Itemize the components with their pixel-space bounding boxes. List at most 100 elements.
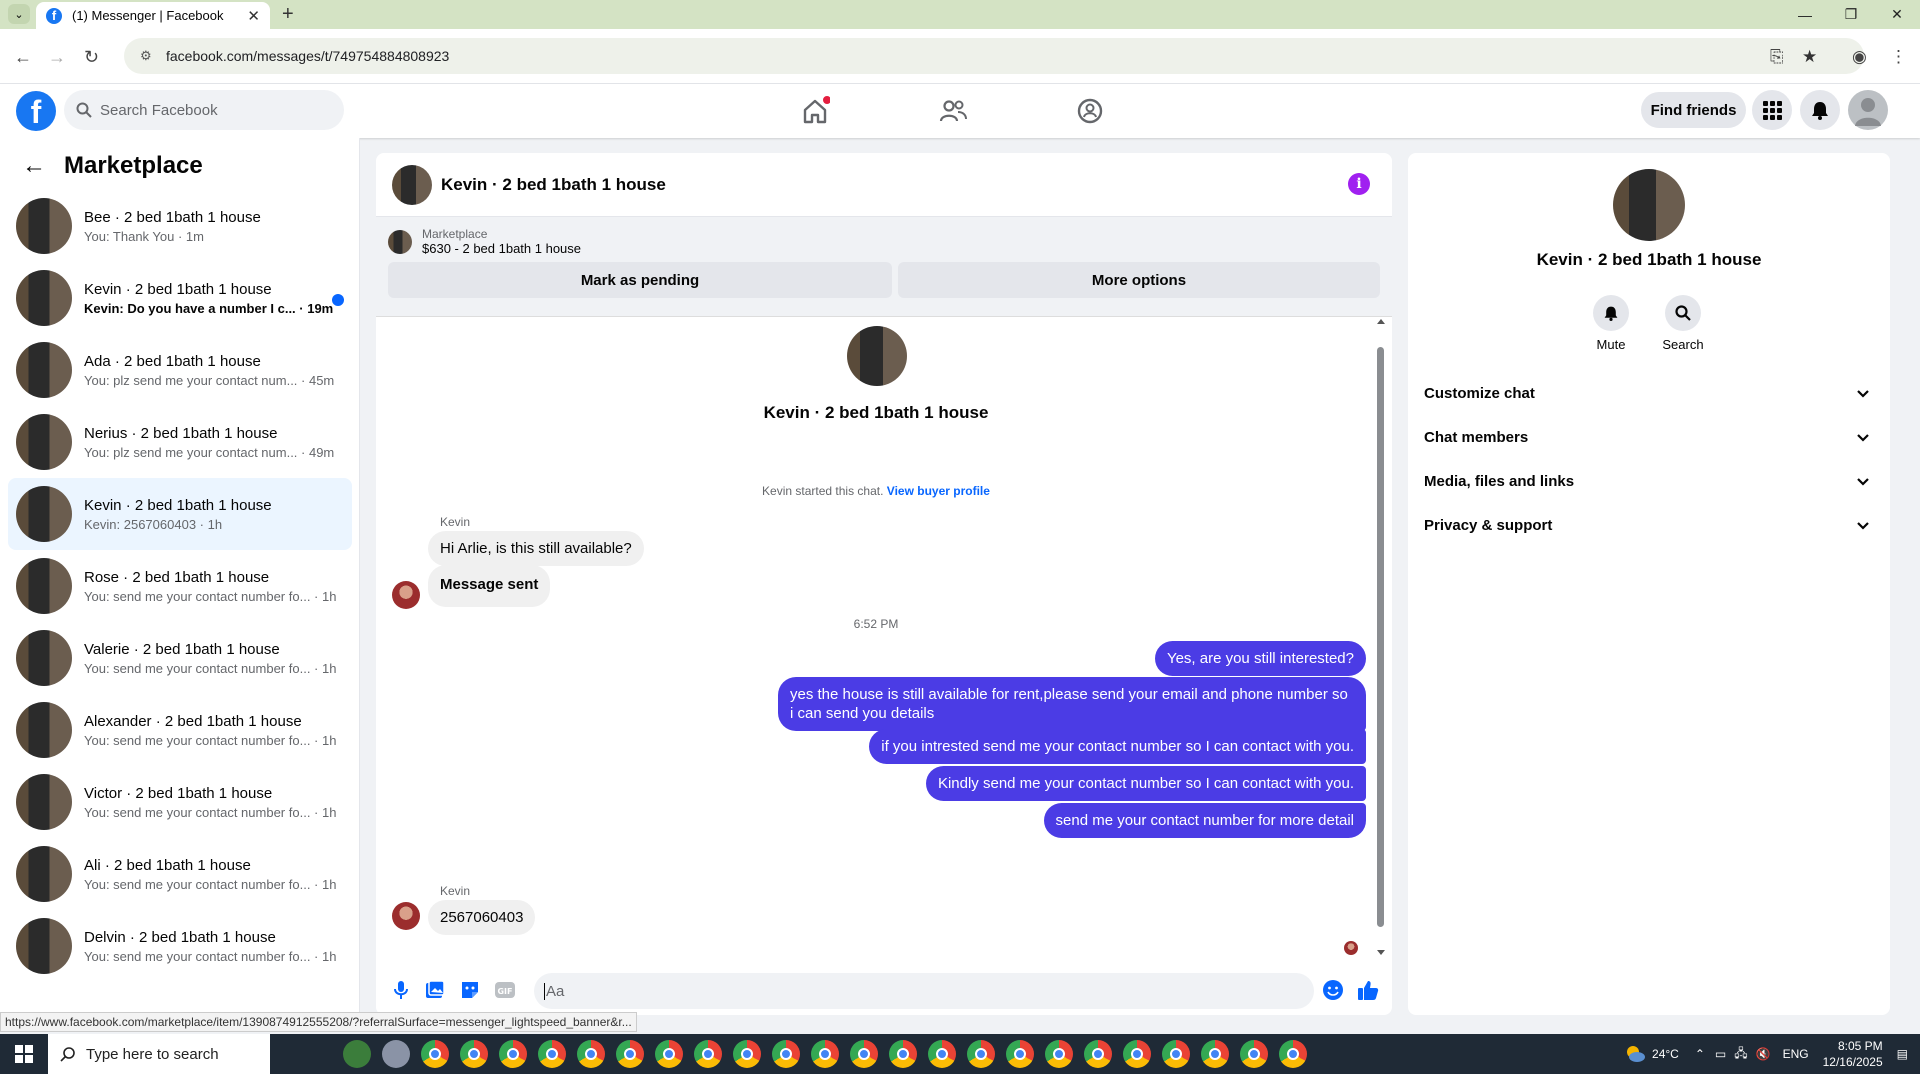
chrome-app-icon[interactable]	[1123, 1040, 1151, 1068]
like-thumbs-up-icon[interactable]	[1357, 979, 1379, 1001]
attach-photo-icon[interactable]	[424, 979, 446, 1001]
facebook-search-input[interactable]: Search Facebook	[64, 90, 344, 130]
tab-close-icon[interactable]: ✕	[247, 7, 260, 25]
profile-icon[interactable]: ◉	[1852, 47, 1867, 67]
conversation-item[interactable]: Kevin · 2 bed 1bath 1 house Kevin: Do you…	[8, 262, 352, 334]
intro-avatar[interactable]	[847, 326, 907, 386]
chrome-app-icon[interactable]	[694, 1040, 722, 1068]
conversation-item[interactable]: Bee · 2 bed 1bath 1 house You: Thank You …	[8, 190, 352, 262]
contact-avatar[interactable]	[392, 164, 432, 205]
address-bar[interactable]: ⚙ facebook.com/messages/t/74975488480892…	[124, 38, 1864, 74]
clock[interactable]: 8:05 PM 12/16/2025	[1823, 1038, 1883, 1070]
browser-menu-icon[interactable]: ⋮	[1890, 47, 1907, 67]
more-options-button[interactable]: More options	[898, 262, 1380, 298]
search-in-conversation-button[interactable]: Search	[1653, 295, 1713, 352]
chrome-app-icon[interactable]	[889, 1040, 917, 1068]
conversation-item[interactable]: Rose · 2 bed 1bath 1 house You: send me y…	[8, 550, 352, 622]
groups-icon[interactable]	[1075, 96, 1105, 126]
minimize-icon[interactable]: —	[1782, 0, 1828, 29]
chrome-app-icon[interactable]	[1006, 1040, 1034, 1068]
outgoing-message[interactable]: if you intrested send me your contact nu…	[869, 729, 1366, 764]
conversation-item[interactable]: Ada · 2 bed 1bath 1 house You: plz send m…	[8, 334, 352, 406]
chrome-app-icon[interactable]	[538, 1040, 566, 1068]
friends-icon[interactable]	[938, 96, 968, 126]
notifications-bell-icon[interactable]	[1800, 90, 1840, 130]
sender-avatar[interactable]	[392, 902, 420, 930]
incoming-message[interactable]: Message sent	[428, 565, 551, 607]
conversation-item[interactable]: Valerie · 2 bed 1bath 1 house You: send m…	[8, 622, 352, 694]
network-icon[interactable]: 🖧	[1734, 1044, 1747, 1065]
message-input[interactable]: Aa	[534, 973, 1314, 1009]
conversation-item[interactable]: Victor · 2 bed 1bath 1 house You: send me…	[8, 766, 352, 838]
view-buyer-profile-link[interactable]: View buyer profile	[887, 484, 990, 498]
chrome-app-icon[interactable]	[733, 1040, 761, 1068]
conversation-item[interactable]: Alexander · 2 bed 1bath 1 house You: send…	[8, 694, 352, 766]
gif-icon[interactable]: GIF	[494, 979, 516, 1001]
conversation-info-icon[interactable]: i	[1348, 173, 1370, 195]
customize-chat-section[interactable]: Customize chat	[1424, 385, 1870, 402]
listing-row[interactable]: Marketplace $630 - 2 bed 1bath 1 house	[376, 217, 1392, 256]
chrome-app-icon[interactable]	[1162, 1040, 1190, 1068]
chrome-app-icon[interactable]	[850, 1040, 878, 1068]
language-indicator[interactable]: ENG	[1783, 1047, 1809, 1061]
back-arrow-icon[interactable]: ←	[22, 152, 46, 180]
conversation-item[interactable]: Nerius · 2 bed 1bath 1 house You: plz sen…	[8, 406, 352, 478]
chrome-app-icon[interactable]	[772, 1040, 800, 1068]
chrome-app-icon[interactable]	[499, 1040, 527, 1068]
outgoing-message[interactable]: yes the house is still available for ren…	[778, 677, 1366, 731]
account-avatar[interactable]	[1848, 90, 1888, 130]
windows-start-icon[interactable]	[0, 1034, 48, 1074]
close-window-icon[interactable]: ✕	[1874, 0, 1920, 29]
notification-center-icon[interactable]: ▤	[1897, 1047, 1908, 1061]
back-arrow-icon[interactable]: ←	[14, 47, 32, 68]
conversation-item[interactable]: Delvin · 2 bed 1bath 1 house You: send me…	[8, 910, 352, 982]
chrome-app-icon[interactable]	[460, 1040, 488, 1068]
incoming-message[interactable]: 2567060403	[428, 900, 536, 935]
outgoing-message[interactable]: Kindly send me your contact number so I …	[925, 766, 1366, 801]
chrome-app-icon[interactable]	[1084, 1040, 1112, 1068]
conversation-item[interactable]: Kevin · 2 bed 1bath 1 house Kevin: 256706…	[8, 478, 352, 550]
chrome-app-icon[interactable]	[616, 1040, 644, 1068]
chrome-app-icon[interactable]	[811, 1040, 839, 1068]
privacy-support-section[interactable]: Privacy & support	[1424, 517, 1870, 534]
chrome-app-icon[interactable]	[1201, 1040, 1229, 1068]
facebook-logo-icon[interactable]: f	[16, 91, 56, 131]
forward-arrow-icon[interactable]: →	[48, 47, 66, 68]
weather-icon[interactable]	[1624, 1043, 1646, 1065]
sticker-icon[interactable]	[459, 979, 481, 1001]
reload-icon[interactable]: ↻	[84, 47, 99, 68]
conversation-item[interactable]: Ali · 2 bed 1bath 1 house You: send me yo…	[8, 838, 352, 910]
home-icon[interactable]	[800, 96, 830, 126]
tab-search-menu-button[interactable]: ⌄	[8, 4, 30, 24]
taskbar-search-box[interactable]: Type here to search	[48, 1034, 270, 1074]
browser-tab[interactable]: f (1) Messenger | Facebook ✕	[36, 2, 270, 29]
microphone-icon[interactable]	[390, 979, 412, 1001]
chrome-app-icon[interactable]	[1045, 1040, 1073, 1068]
outgoing-message[interactable]: Yes, are you still interested?	[1154, 641, 1366, 676]
new-tab-button[interactable]: +	[282, 3, 294, 26]
chat-members-section[interactable]: Chat members	[1424, 429, 1870, 446]
volume-muted-icon[interactable]: 🔇	[1756, 1047, 1771, 1061]
media-files-links-section[interactable]: Media, files and links	[1424, 473, 1870, 490]
chrome-app-icon[interactable]	[928, 1040, 956, 1068]
meet-now-icon[interactable]: ▭	[1715, 1047, 1726, 1061]
install-app-icon[interactable]: ⎘	[1770, 47, 1784, 67]
copilot-app-icon[interactable]	[343, 1040, 371, 1068]
chrome-app-icon[interactable]	[655, 1040, 683, 1068]
thread-scrollbar[interactable]	[1376, 317, 1385, 957]
chrome-app-icon[interactable]	[1240, 1040, 1268, 1068]
chrome-app-icon[interactable]	[967, 1040, 995, 1068]
chrome-app-icon[interactable]	[577, 1040, 605, 1068]
chat-title[interactable]: Kevin · 2 bed 1bath 1 house	[441, 175, 666, 195]
menu-grid-icon[interactable]	[1752, 90, 1792, 130]
site-info-icon[interactable]: ⚙	[140, 48, 156, 64]
app-icon[interactable]	[382, 1040, 410, 1068]
emoji-icon[interactable]	[1322, 979, 1344, 1001]
sender-avatar[interactable]	[392, 581, 420, 609]
find-friends-button[interactable]: Find friends	[1641, 92, 1746, 128]
profile-avatar[interactable]	[1613, 169, 1685, 241]
mark-as-pending-button[interactable]: Mark as pending	[388, 262, 892, 298]
restore-icon[interactable]: ❐	[1828, 0, 1874, 29]
chrome-app-icon[interactable]	[1279, 1040, 1307, 1068]
temperature[interactable]: 24°C	[1652, 1047, 1679, 1061]
